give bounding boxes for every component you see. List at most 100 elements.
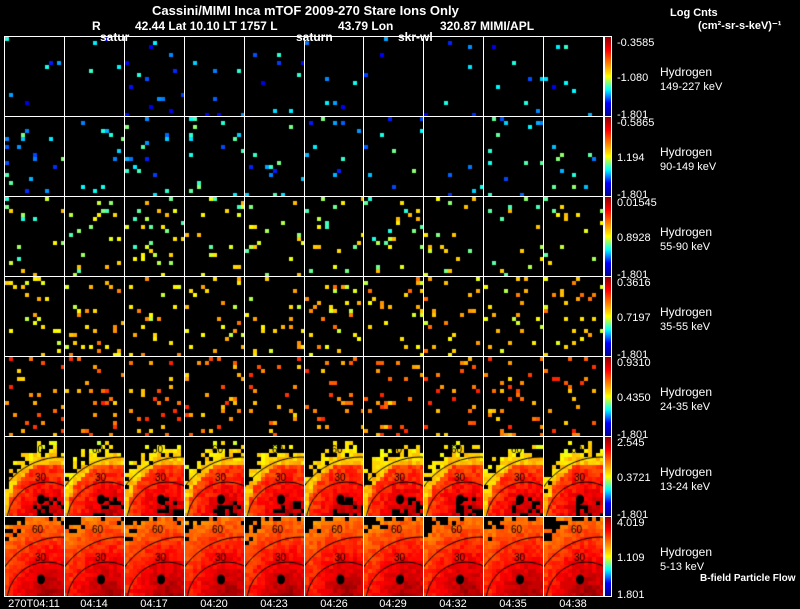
lon-line: 43.79 Lon bbox=[338, 19, 394, 33]
panel-5-8 bbox=[483, 436, 544, 517]
species-label: Hydrogen bbox=[660, 465, 713, 479]
panel-6-3 bbox=[184, 516, 245, 597]
panel-0-4 bbox=[244, 36, 305, 117]
panel-4-4 bbox=[244, 356, 305, 437]
colorbar-max: 0.3616 bbox=[617, 277, 651, 289]
colorbar-max: -0.5865 bbox=[617, 117, 655, 129]
panel-1-7 bbox=[423, 116, 484, 197]
marker-label: skr-wl bbox=[398, 30, 433, 44]
panel-2-1 bbox=[64, 196, 125, 277]
colorbar-mid: 0.8928 bbox=[617, 232, 651, 244]
time-label: 04:23 bbox=[260, 598, 288, 609]
panel-5-1 bbox=[64, 436, 125, 517]
panel-0-6 bbox=[363, 36, 424, 117]
panel-5-5 bbox=[304, 436, 364, 517]
panel-1-6 bbox=[363, 116, 424, 197]
panel-2-9 bbox=[543, 196, 604, 277]
inca-plot: Cassini/MIMI Inca mTOF 2009-270 Stare Io… bbox=[0, 0, 800, 609]
panel-4-1 bbox=[64, 356, 125, 437]
panel-6-6 bbox=[363, 516, 424, 597]
colorbar-mid: 0.4350 bbox=[617, 392, 651, 404]
panel-3-4 bbox=[244, 276, 305, 357]
colorbar-max: 2.545 bbox=[617, 437, 645, 449]
panel-3-5 bbox=[304, 276, 364, 357]
colorbar-max: 0.9310 bbox=[617, 357, 651, 369]
panel-3-7 bbox=[423, 276, 484, 357]
panel-4-6 bbox=[363, 356, 424, 437]
time-label: 04:29 bbox=[379, 598, 407, 609]
panel-5-7 bbox=[423, 436, 484, 517]
colorbar-1 bbox=[604, 116, 612, 197]
units-line2: (cm²-sr-s-keV)⁻¹ bbox=[698, 20, 782, 32]
marker-label: saturn bbox=[296, 30, 333, 44]
energy-label: 55-90 keV bbox=[660, 241, 711, 253]
colorbar-6 bbox=[604, 516, 612, 597]
colorbar-max: -0.3585 bbox=[617, 37, 655, 49]
energy-label: 149-227 keV bbox=[660, 81, 723, 93]
colorbar-max: 0.01545 bbox=[617, 197, 657, 209]
panel-6-7 bbox=[423, 516, 484, 597]
panel-0-2 bbox=[124, 36, 185, 117]
panel-6-1 bbox=[64, 516, 125, 597]
panel-5-0 bbox=[4, 436, 65, 517]
panel-2-0 bbox=[4, 196, 65, 277]
colorbar-mid: 1.194 bbox=[617, 152, 645, 164]
panel-1-9 bbox=[543, 116, 604, 197]
colorbar-2 bbox=[604, 196, 612, 277]
panel-1-8 bbox=[483, 116, 544, 197]
panel-5-4 bbox=[244, 436, 305, 517]
panel-1-1 bbox=[64, 116, 125, 197]
panel-4-3 bbox=[184, 356, 245, 437]
species-label: Hydrogen bbox=[660, 225, 713, 239]
time-label: 04:14 bbox=[80, 598, 108, 609]
species-label: Hydrogen bbox=[660, 145, 713, 159]
panel-3-3 bbox=[184, 276, 245, 357]
panel-3-8 bbox=[483, 276, 544, 357]
panel-0-0 bbox=[4, 36, 65, 117]
colorbar-max: 4.019 bbox=[617, 517, 645, 529]
panel-6-8 bbox=[483, 516, 544, 597]
time-label: 04:26 bbox=[320, 598, 348, 609]
colorbar-min: 1.801 bbox=[617, 589, 645, 601]
energy-label: 24-35 keV bbox=[660, 401, 711, 413]
panel-2-4 bbox=[244, 196, 305, 277]
time-label: 04:38 bbox=[559, 598, 587, 609]
energy-label: 13-24 keV bbox=[660, 481, 711, 493]
panel-6-0 bbox=[4, 516, 65, 597]
species-label: Hydrogen bbox=[660, 305, 713, 319]
colorbar-5 bbox=[604, 436, 612, 517]
time-label: 04:35 bbox=[499, 598, 527, 609]
time-label: 04:20 bbox=[200, 598, 228, 609]
marker-label: satur bbox=[100, 30, 130, 44]
time-label: 270T04:11 bbox=[8, 598, 60, 609]
species-label: Hydrogen bbox=[660, 385, 713, 399]
position-line: 42.44 Lat 10.10 LT 1757 L bbox=[135, 19, 278, 33]
panel-2-6 bbox=[363, 196, 424, 277]
panel-3-9 bbox=[543, 276, 604, 357]
panel-4-8 bbox=[483, 356, 544, 437]
panel-3-6 bbox=[363, 276, 424, 357]
energy-label: 5-13 keV bbox=[660, 561, 705, 573]
panel-4-0 bbox=[4, 356, 65, 437]
panel-0-8 bbox=[483, 36, 544, 117]
panel-1-5 bbox=[304, 116, 364, 197]
units-line1: Log Cnts bbox=[670, 7, 718, 19]
panel-0-9 bbox=[543, 36, 604, 117]
panel-5-2 bbox=[124, 436, 185, 517]
panel-1-0 bbox=[4, 116, 65, 197]
panel-6-5 bbox=[304, 516, 364, 597]
flow-label: B-field Particle Flow bbox=[700, 573, 796, 584]
panel-3-0 bbox=[4, 276, 65, 357]
panel-2-5 bbox=[304, 196, 364, 277]
colorbar-mid: 0.3721 bbox=[617, 472, 651, 484]
energy-label: 35-55 keV bbox=[660, 321, 711, 333]
species-label: Hydrogen bbox=[660, 545, 713, 559]
energy-label: 90-149 keV bbox=[660, 161, 717, 173]
colorbar-mid: -1.080 bbox=[617, 72, 649, 84]
plot-title: Cassini/MIMI Inca mTOF 2009-270 Stare Io… bbox=[152, 3, 459, 18]
colorbar-mid: 1.109 bbox=[617, 552, 645, 564]
panel-4-5 bbox=[304, 356, 364, 437]
colorbar-0 bbox=[604, 36, 612, 117]
panel-0-7 bbox=[423, 36, 484, 117]
panel-0-3 bbox=[184, 36, 245, 117]
